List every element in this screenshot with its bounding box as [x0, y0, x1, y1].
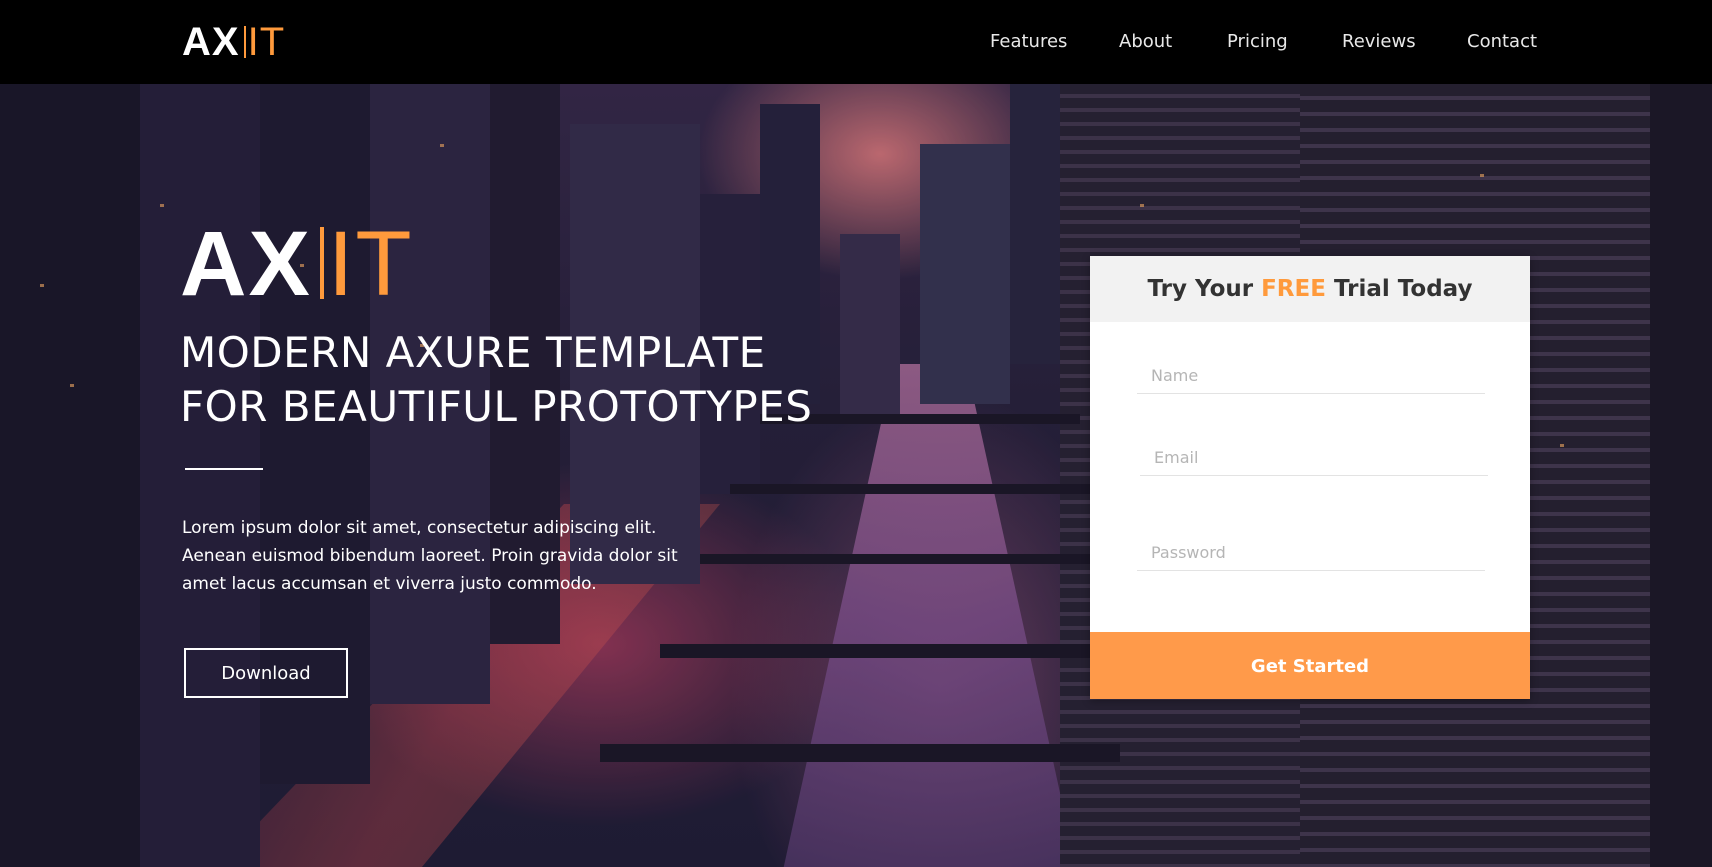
- nav-contact-link[interactable]: Contact: [1467, 28, 1537, 56]
- main-nav: Features About Pricing Reviews Contact: [0, 28, 1712, 56]
- hero-headline-line2: FOR BEAUTIFUL PROTOTYPES: [180, 382, 813, 431]
- hero-logo: AX IT: [180, 216, 414, 312]
- form-title-suffix: Trial Today: [1325, 276, 1473, 302]
- hero-divider: [185, 468, 263, 470]
- hero-headline: MODERN AXURE TEMPLATE FOR BEAUTIFUL PROT…: [180, 326, 900, 434]
- password-field[interactable]: [1137, 535, 1485, 571]
- nav-about-link[interactable]: About: [1119, 28, 1172, 56]
- get-started-button[interactable]: Get Started: [1090, 632, 1530, 699]
- form-title: Try Your FREE Trial Today: [1090, 256, 1530, 322]
- hero-logo-main: AX: [180, 213, 312, 315]
- nav-reviews-link[interactable]: Reviews: [1342, 28, 1416, 56]
- trial-signup-form: Try Your FREE Trial Today Get Started: [1090, 256, 1530, 699]
- name-field[interactable]: [1137, 358, 1485, 394]
- form-title-free: FREE: [1261, 276, 1326, 302]
- download-button[interactable]: Download: [184, 648, 348, 698]
- email-field[interactable]: [1140, 440, 1488, 476]
- hero-logo-divider: [319, 227, 324, 299]
- form-title-prefix: Try Your: [1147, 276, 1262, 302]
- top-navbar: AX IT Features About Pricing Reviews Cont…: [0, 0, 1712, 84]
- hero-description: Lorem ipsum dolor sit amet, consectetur …: [182, 518, 678, 594]
- hero-headline-line1: MODERN AXURE TEMPLATE: [180, 328, 766, 377]
- nav-pricing-link[interactable]: Pricing: [1227, 28, 1288, 56]
- nav-features-link[interactable]: Features: [990, 28, 1067, 56]
- hero-logo-accent: IT: [327, 213, 414, 315]
